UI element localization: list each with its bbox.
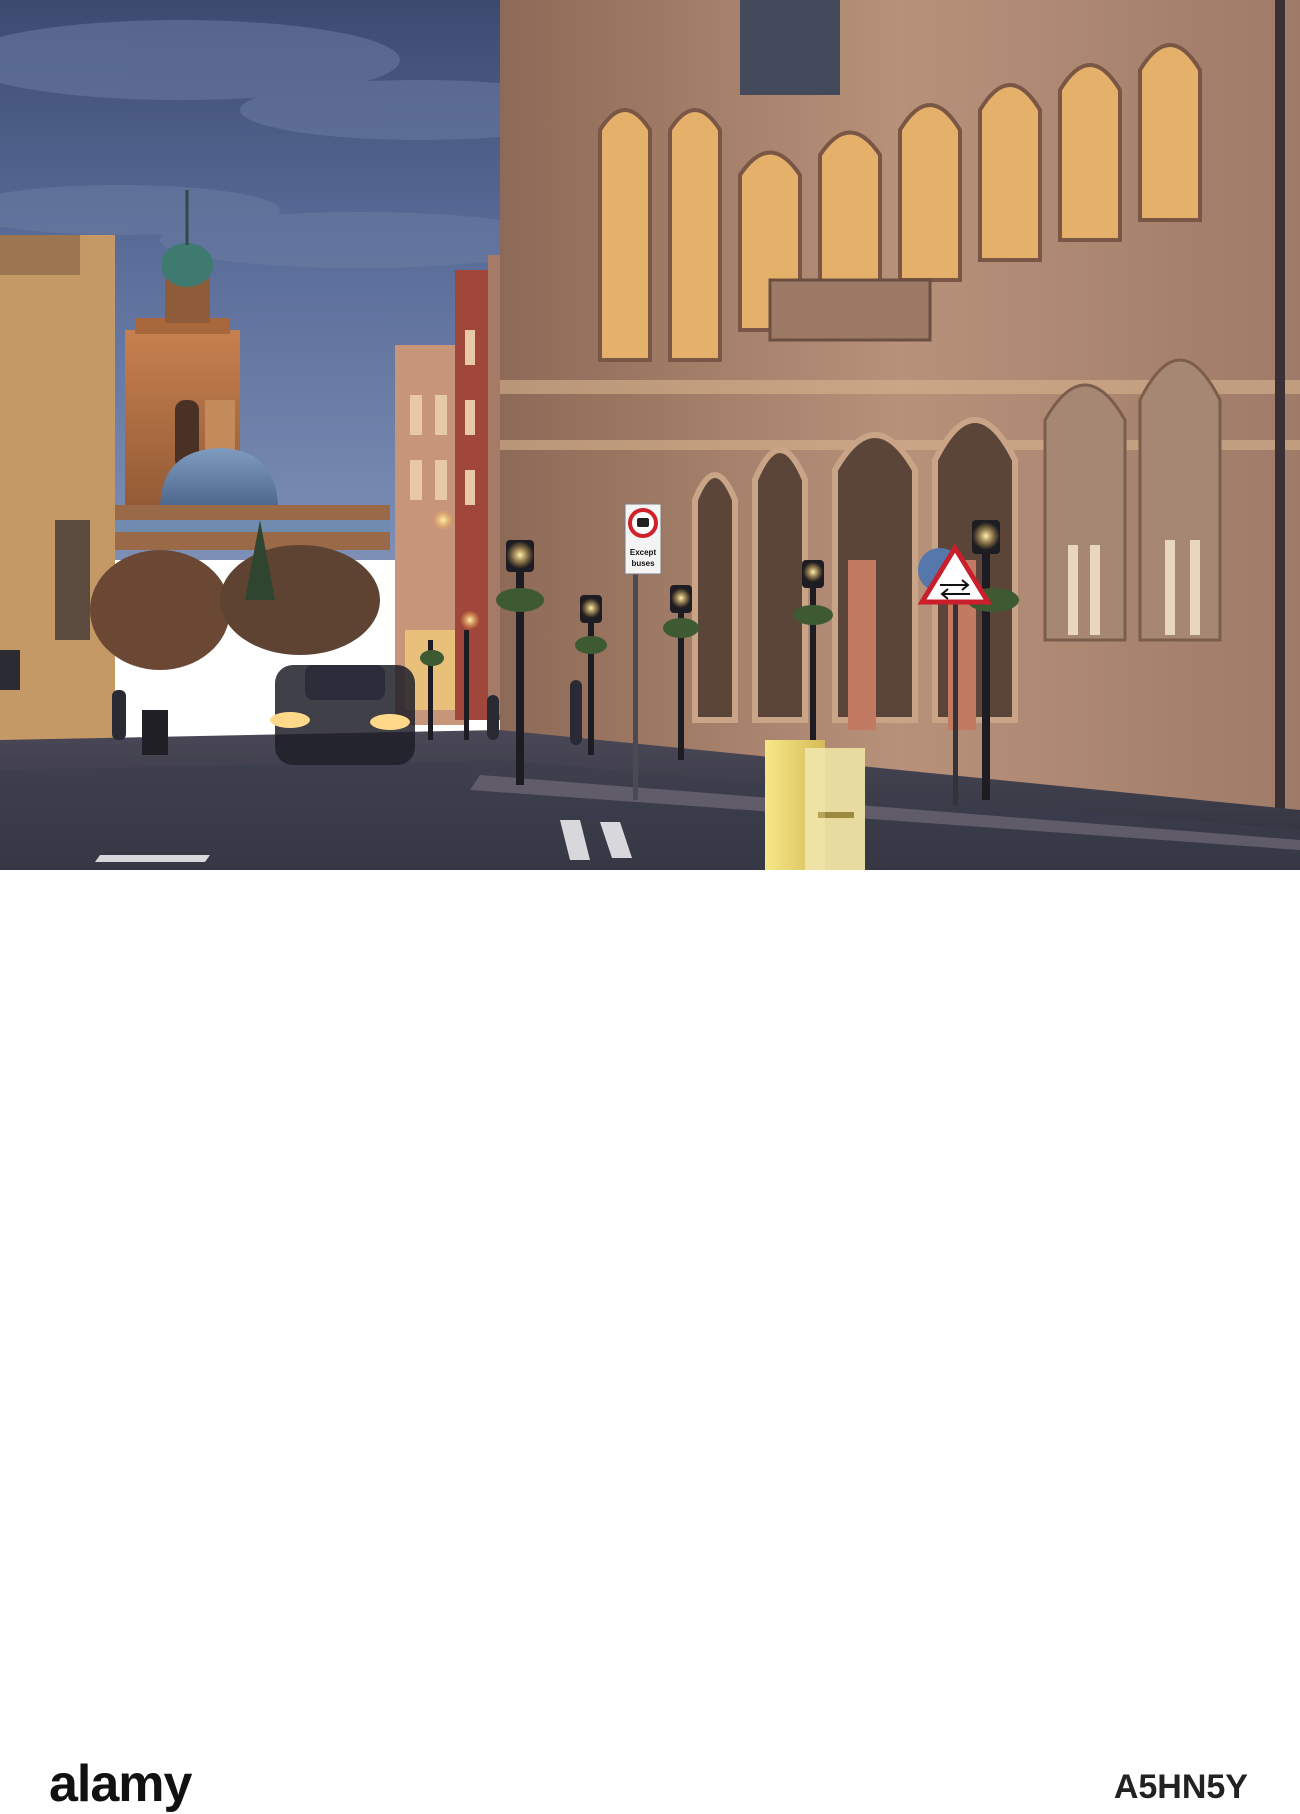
illuminated-bollards bbox=[765, 740, 865, 870]
street-scene: Except buses bbox=[0, 0, 1300, 870]
alamy-logo: alamy bbox=[49, 1755, 192, 1813]
page: Except buses alamy A5HN5Y bbox=[0, 0, 1300, 1813]
left-building bbox=[0, 235, 115, 755]
guildhall-facade bbox=[500, 0, 1300, 820]
blurred-car bbox=[270, 665, 415, 765]
sign-text-line1: Except bbox=[630, 548, 657, 557]
sign-text-line2: buses bbox=[631, 559, 655, 568]
stock-footer: alamy A5HN5Y bbox=[0, 870, 1300, 1813]
stock-image-id: A5HN5Y bbox=[1113, 1768, 1248, 1806]
photograph: Except buses bbox=[0, 0, 1300, 870]
